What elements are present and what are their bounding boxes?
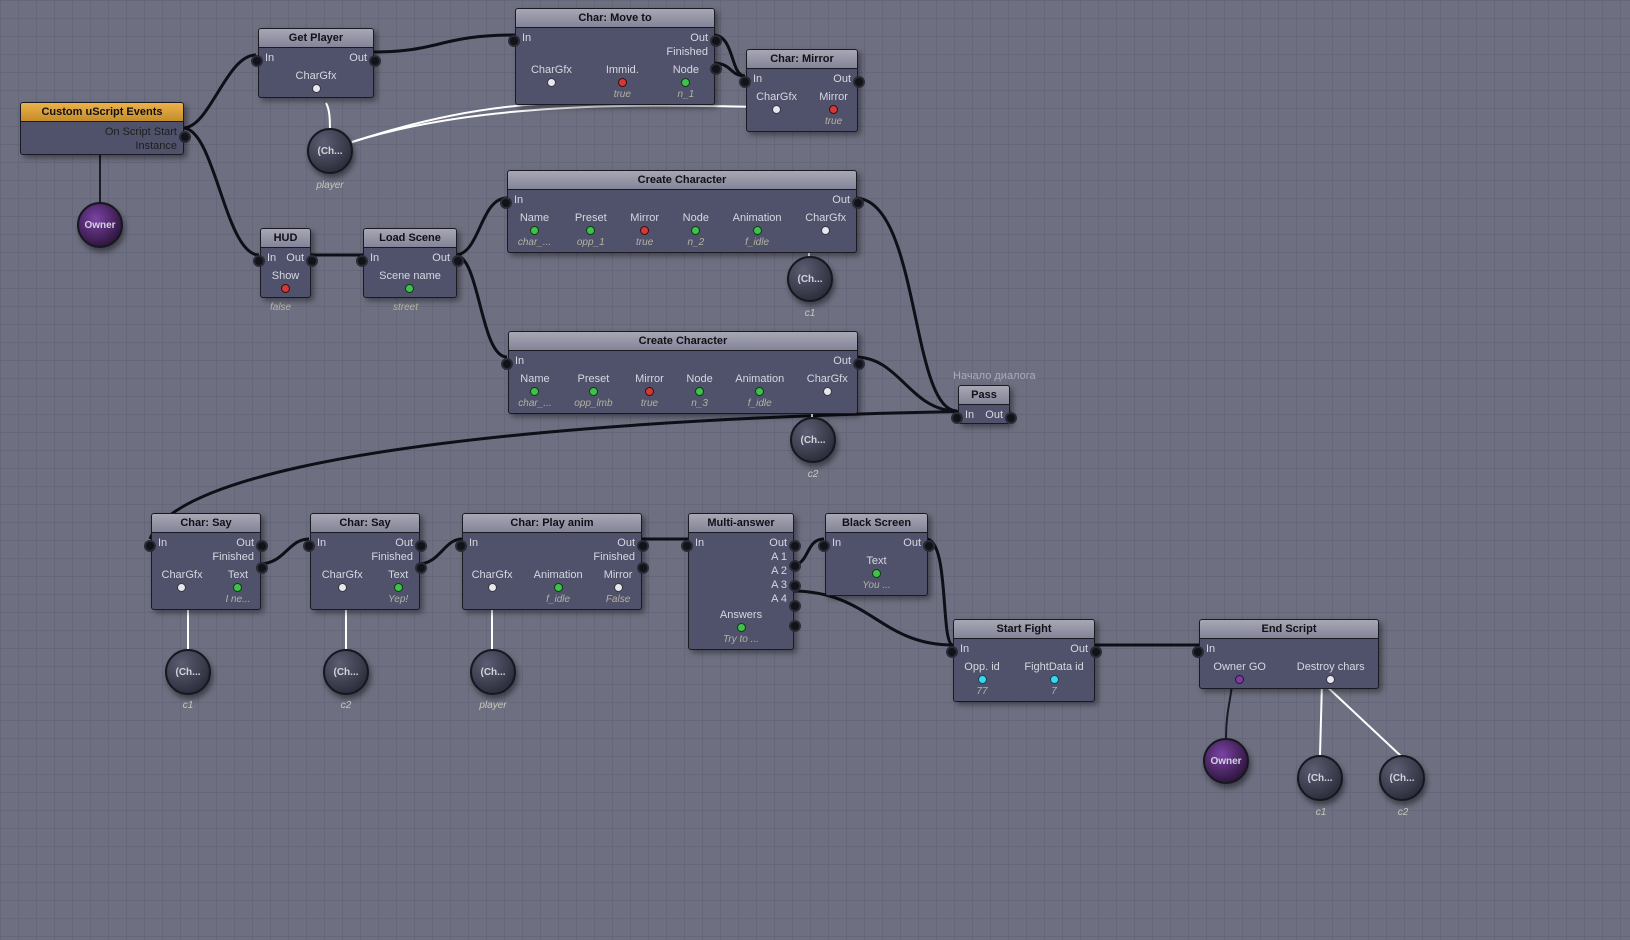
node-char-say-2[interactable]: Char: Say In Out Finished CharGfx TextYe… [310, 513, 420, 610]
port-instance: Instance [105, 140, 177, 152]
node-char-moveto[interactable]: Char: Move to In Out Finished CharGfx Im… [515, 8, 715, 105]
bubble-end-c1[interactable]: (Ch... [1297, 755, 1343, 801]
bubble-label: c1 [158, 700, 218, 711]
port-out: On Script Start [105, 126, 177, 138]
node-pass[interactable]: Pass In Out [958, 385, 1010, 424]
node-create-char-1[interactable]: Create Character In Out Namechar_... Pre… [507, 170, 857, 253]
bubble-end-c2[interactable]: (Ch... [1379, 755, 1425, 801]
node-char-say-1[interactable]: Char: Say In Out Finished CharGfx TextI … [151, 513, 261, 610]
bubble-label: c1 [1291, 807, 1351, 818]
node-multi-answer[interactable]: Multi-answer In Out A 1 A 2 A 3 A 4 Answ… [688, 513, 794, 650]
port-value: street [393, 302, 418, 313]
node-char-playanim[interactable]: Char: Play anim In Out Finished CharGfx … [462, 513, 642, 610]
bubble-label: c1 [780, 308, 840, 319]
bubble-label: player [463, 700, 523, 711]
bubble-play-player[interactable]: (Ch... [470, 649, 516, 695]
bubble-owner-1[interactable]: Owner [77, 202, 123, 248]
node-title: Custom uScript Events [21, 103, 183, 122]
bubble-owner-2[interactable]: Owner [1203, 738, 1249, 784]
node-get-player[interactable]: Get Player In Out CharGfx [258, 28, 374, 98]
annotation: Начало диалога [953, 370, 1036, 382]
bubble-label: c2 [783, 469, 843, 480]
node-load-scene[interactable]: Load Scene In Out Scene name [363, 228, 457, 298]
node-char-mirror[interactable]: Char: Mirror In Out CharGfx Mirrortrue [746, 49, 858, 132]
bubble-c1[interactable]: (Ch... [787, 256, 833, 302]
node-hud[interactable]: HUD In Out Show [260, 228, 311, 298]
bubble-say1-c1[interactable]: (Ch... [165, 649, 211, 695]
node-start-fight[interactable]: Start Fight InOut Opp. id77 FightData id… [953, 619, 1095, 702]
bubble-label: c2 [316, 700, 376, 711]
node-black-screen[interactable]: Black Screen InOut TextYou ... [825, 513, 928, 596]
bubble-label: player [300, 180, 360, 191]
bubble-player[interactable]: (Ch... [307, 128, 353, 174]
bubble-c2[interactable]: (Ch... [790, 417, 836, 463]
bubble-say2-c2[interactable]: (Ch... [323, 649, 369, 695]
node-end-script[interactable]: End Script In Owner GO Destroy chars [1199, 619, 1379, 689]
bubble-label: c2 [1373, 807, 1433, 818]
port-value: false [270, 302, 291, 313]
node-create-char-2[interactable]: Create Character In Out Namechar_... Pre… [508, 331, 858, 414]
node-custom-events[interactable]: Custom uScript Events On Script Start In… [20, 102, 184, 155]
